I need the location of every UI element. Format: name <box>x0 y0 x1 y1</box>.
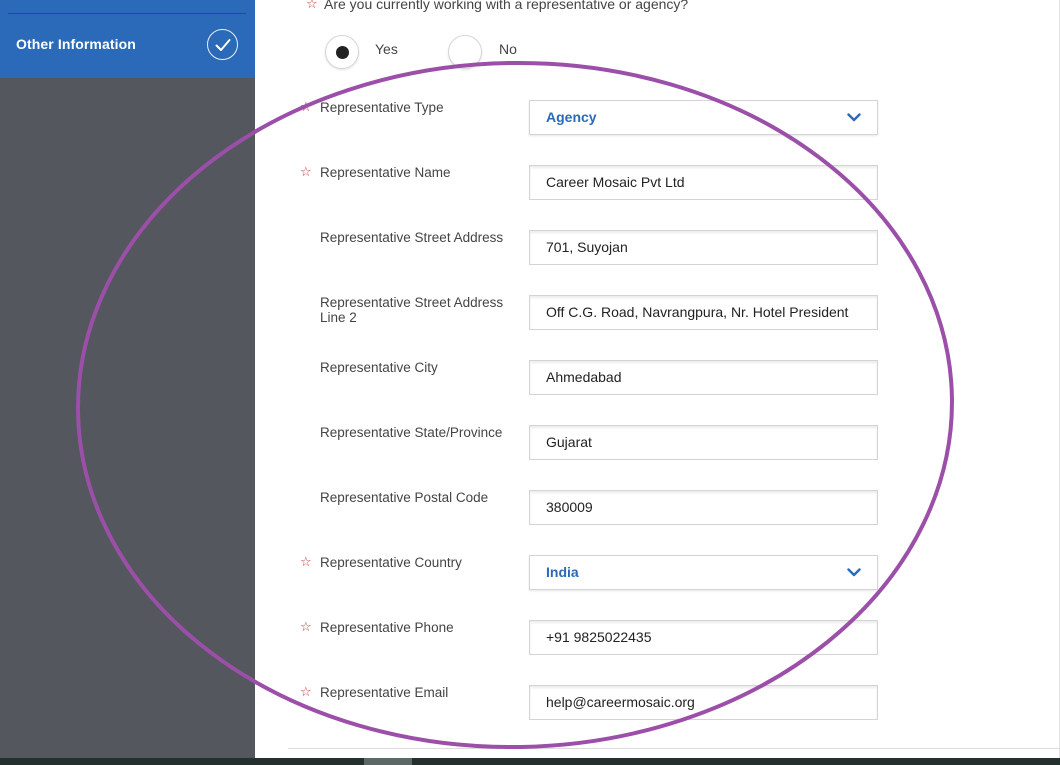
sidebar-item-label: Other Information <box>16 36 136 52</box>
sidebar: Other Information <box>0 0 255 758</box>
required-star-icon: ☆ <box>300 100 312 115</box>
taskbar <box>0 758 1060 765</box>
divider <box>8 13 246 14</box>
chevron-down-icon <box>847 113 861 122</box>
representative-email-input[interactable]: help@careermosaic.org <box>529 685 878 720</box>
representative-type-label: Representative Type <box>320 100 444 115</box>
representative-country-select[interactable]: India <box>529 555 878 590</box>
representative-postal-code-input[interactable]: 380009 <box>529 490 878 525</box>
representative-name-input[interactable]: Career Mosaic Pvt Ltd <box>529 165 878 200</box>
representative-email-label: Representative Email <box>320 685 449 700</box>
sidebar-item-other-information[interactable]: Other Information <box>0 0 255 78</box>
representative-street-address-line2-label: Representative Street Address Line 2 <box>320 295 504 325</box>
radio-yes-label: Yes <box>375 41 398 57</box>
representative-state-label: Representative State/Province <box>320 425 503 440</box>
chevron-down-icon <box>847 568 861 577</box>
representative-phone-input[interactable]: +91 9825022435 <box>529 620 878 655</box>
representative-name-label: Representative Name <box>320 165 451 180</box>
radio-yes[interactable] <box>325 35 359 69</box>
checkmark-icon <box>207 29 238 60</box>
required-star-icon: ☆ <box>300 620 312 635</box>
representative-postal-code-label: Representative Postal Code <box>320 490 489 505</box>
required-star-icon: ☆ <box>300 555 312 570</box>
divider <box>288 748 1060 749</box>
required-star-icon: ☆ <box>300 165 312 180</box>
representative-type-select[interactable]: Agency <box>529 100 878 135</box>
representative-country-label: Representative Country <box>320 555 462 570</box>
representative-city-input[interactable]: Ahmedabad <box>529 360 878 395</box>
taskbar-item[interactable] <box>364 758 412 765</box>
required-star-icon: ☆ <box>300 685 312 700</box>
representative-street-address-label: Representative Street Address <box>320 230 504 245</box>
radio-selected-dot <box>336 46 349 59</box>
question-label: Are you currently working with a represe… <box>324 0 689 12</box>
required-star-icon: ☆ <box>306 0 318 12</box>
radio-no[interactable] <box>448 35 482 69</box>
representative-state-input[interactable]: Gujarat <box>529 425 878 460</box>
representative-street-address-input[interactable]: 701, Suyojan <box>529 230 878 265</box>
representative-type-value: Agency <box>546 109 597 125</box>
representative-phone-label: Representative Phone <box>320 620 454 635</box>
representative-country-value: India <box>546 564 579 580</box>
representative-city-label: Representative City <box>320 360 438 375</box>
radio-no-label: No <box>499 41 517 57</box>
representative-street-address-line2-input[interactable]: Off C.G. Road, Navrangpura, Nr. Hotel Pr… <box>529 295 878 330</box>
